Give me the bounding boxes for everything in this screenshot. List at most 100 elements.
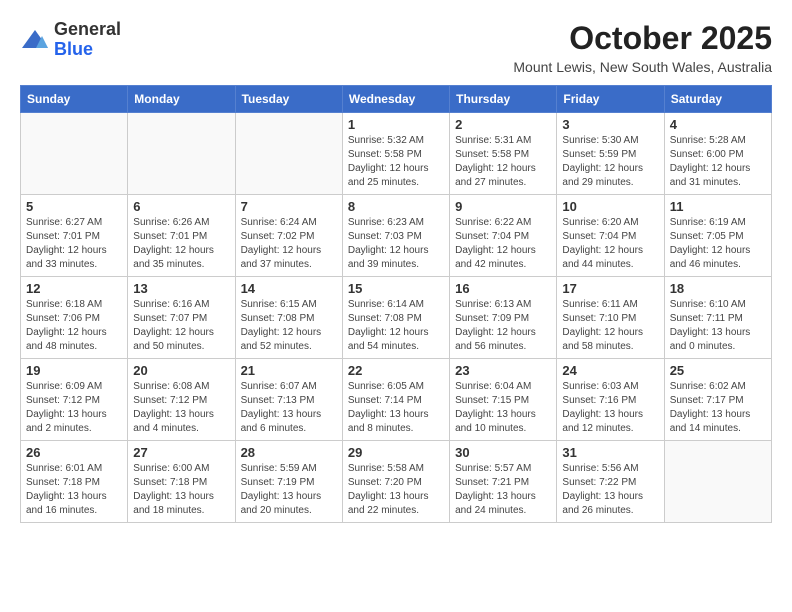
calendar-cell: 30Sunrise: 5:57 AM Sunset: 7:21 PM Dayli… xyxy=(450,441,557,523)
calendar-cell: 11 Sunrise: 6:19 AM Sunset: 7:05 PM Dayli… xyxy=(664,195,771,277)
day-number: 19 xyxy=(26,363,122,378)
calendar-cell: 24 Sunrise: 6:03 AM Sunset: 7:16 PM Dayli… xyxy=(557,359,664,441)
day-info: Sunrise: 6:11 AM Sunset: 7:10 PM Dayligh… xyxy=(562,298,658,354)
page-header: General Blue October 2025 Mount Lewis, N… xyxy=(20,20,772,75)
day-info: Sunrise: 5:31 AM Sunset: 5:58 PM Dayligh… xyxy=(455,134,551,190)
day-number: 31 xyxy=(562,445,658,460)
day-info: Sunrise: 6:18 AM Sunset: 7:06 PM Dayligh… xyxy=(26,298,122,354)
calendar: SundayMondayTuesdayWednesdayThursdayFrid… xyxy=(20,85,772,523)
weekday-header: Tuesday xyxy=(235,86,342,113)
calendar-cell xyxy=(664,441,771,523)
calendar-cell: 23 Sunrise: 6:04 AM Sunset: 7:15 PM Dayli… xyxy=(450,359,557,441)
day-number: 27 xyxy=(133,445,229,460)
location: Mount Lewis, New South Wales, Australia xyxy=(513,59,772,75)
day-number: 24 xyxy=(562,363,658,378)
weekday-header: Monday xyxy=(128,86,235,113)
calendar-cell: 26 Sunrise: 6:01 AM Sunset: 7:18 PM Dayli… xyxy=(21,441,128,523)
calendar-cell: 10Sunrise: 6:20 AM Sunset: 7:04 PM Dayli… xyxy=(557,195,664,277)
calendar-cell: 2 Sunrise: 5:31 AM Sunset: 5:58 PM Daylig… xyxy=(450,113,557,195)
day-number: 14 xyxy=(241,281,337,296)
logo: General Blue xyxy=(20,20,121,60)
calendar-cell: 7 Sunrise: 6:24 AM Sunset: 7:02 PM Daylig… xyxy=(235,195,342,277)
day-info: Sunrise: 6:05 AM Sunset: 7:14 PM Dayligh… xyxy=(348,380,444,436)
calendar-cell: 8Sunrise: 6:23 AM Sunset: 7:03 PM Daylig… xyxy=(342,195,449,277)
day-info: Sunrise: 6:22 AM Sunset: 7:04 PM Dayligh… xyxy=(455,216,551,272)
calendar-cell xyxy=(128,113,235,195)
day-number: 11 xyxy=(670,199,766,214)
calendar-cell: 21Sunrise: 6:07 AM Sunset: 7:13 PM Dayli… xyxy=(235,359,342,441)
day-number: 26 xyxy=(26,445,122,460)
day-info: Sunrise: 6:03 AM Sunset: 7:16 PM Dayligh… xyxy=(562,380,658,436)
calendar-cell: 12 Sunrise: 6:18 AM Sunset: 7:06 PM Dayli… xyxy=(21,277,128,359)
day-info: Sunrise: 5:32 AM Sunset: 5:58 PM Dayligh… xyxy=(348,134,444,190)
day-number: 1 xyxy=(348,117,444,132)
weekday-header: Saturday xyxy=(664,86,771,113)
day-number: 10 xyxy=(562,199,658,214)
calendar-week: 5Sunrise: 6:27 AM Sunset: 7:01 PM Daylig… xyxy=(21,195,772,277)
calendar-cell: 1 Sunrise: 5:32 AM Sunset: 5:58 PM Daylig… xyxy=(342,113,449,195)
calendar-cell: 17 Sunrise: 6:11 AM Sunset: 7:10 PM Dayli… xyxy=(557,277,664,359)
weekday-header: Sunday xyxy=(21,86,128,113)
calendar-cell: 31 Sunrise: 5:56 AM Sunset: 7:22 PM Dayli… xyxy=(557,441,664,523)
logo-text: General Blue xyxy=(54,20,121,60)
logo-general: General xyxy=(54,19,121,39)
day-info: Sunrise: 6:19 AM Sunset: 7:05 PM Dayligh… xyxy=(670,216,766,272)
calendar-cell: 9 Sunrise: 6:22 AM Sunset: 7:04 PM Daylig… xyxy=(450,195,557,277)
day-number: 23 xyxy=(455,363,551,378)
day-number: 13 xyxy=(133,281,229,296)
day-number: 29 xyxy=(348,445,444,460)
calendar-cell: 4Sunrise: 5:28 AM Sunset: 6:00 PM Daylig… xyxy=(664,113,771,195)
calendar-cell: 22 Sunrise: 6:05 AM Sunset: 7:14 PM Dayli… xyxy=(342,359,449,441)
day-info: Sunrise: 5:56 AM Sunset: 7:22 PM Dayligh… xyxy=(562,462,658,518)
calendar-week: 19Sunrise: 6:09 AM Sunset: 7:12 PM Dayli… xyxy=(21,359,772,441)
day-number: 25 xyxy=(670,363,766,378)
day-info: Sunrise: 6:04 AM Sunset: 7:15 PM Dayligh… xyxy=(455,380,551,436)
calendar-cell: 25 Sunrise: 6:02 AM Sunset: 7:17 PM Dayli… xyxy=(664,359,771,441)
weekday-header: Friday xyxy=(557,86,664,113)
day-number: 6 xyxy=(133,199,229,214)
logo-icon xyxy=(20,28,50,52)
day-info: Sunrise: 6:24 AM Sunset: 7:02 PM Dayligh… xyxy=(241,216,337,272)
day-number: 7 xyxy=(241,199,337,214)
day-info: Sunrise: 5:59 AM Sunset: 7:19 PM Dayligh… xyxy=(241,462,337,518)
day-number: 16 xyxy=(455,281,551,296)
title-area: October 2025 Mount Lewis, New South Wale… xyxy=(513,20,772,75)
calendar-header: SundayMondayTuesdayWednesdayThursdayFrid… xyxy=(21,86,772,113)
day-info: Sunrise: 6:16 AM Sunset: 7:07 PM Dayligh… xyxy=(133,298,229,354)
day-number: 9 xyxy=(455,199,551,214)
calendar-body: 1 Sunrise: 5:32 AM Sunset: 5:58 PM Daylig… xyxy=(21,113,772,523)
day-number: 12 xyxy=(26,281,122,296)
day-info: Sunrise: 6:23 AM Sunset: 7:03 PM Dayligh… xyxy=(348,216,444,272)
day-info: Sunrise: 5:28 AM Sunset: 6:00 PM Dayligh… xyxy=(670,134,766,190)
calendar-cell: 3Sunrise: 5:30 AM Sunset: 5:59 PM Daylig… xyxy=(557,113,664,195)
day-number: 17 xyxy=(562,281,658,296)
day-info: Sunrise: 6:07 AM Sunset: 7:13 PM Dayligh… xyxy=(241,380,337,436)
day-info: Sunrise: 6:02 AM Sunset: 7:17 PM Dayligh… xyxy=(670,380,766,436)
day-info: Sunrise: 6:00 AM Sunset: 7:18 PM Dayligh… xyxy=(133,462,229,518)
calendar-cell xyxy=(235,113,342,195)
day-number: 18 xyxy=(670,281,766,296)
calendar-cell: 13 Sunrise: 6:16 AM Sunset: 7:07 PM Dayli… xyxy=(128,277,235,359)
day-info: Sunrise: 6:15 AM Sunset: 7:08 PM Dayligh… xyxy=(241,298,337,354)
logo-blue: Blue xyxy=(54,39,93,59)
day-number: 20 xyxy=(133,363,229,378)
day-number: 22 xyxy=(348,363,444,378)
day-info: Sunrise: 6:14 AM Sunset: 7:08 PM Dayligh… xyxy=(348,298,444,354)
month-year: October 2025 xyxy=(513,20,772,57)
calendar-cell xyxy=(21,113,128,195)
day-number: 3 xyxy=(562,117,658,132)
calendar-week: 26 Sunrise: 6:01 AM Sunset: 7:18 PM Dayli… xyxy=(21,441,772,523)
calendar-cell: 6 Sunrise: 6:26 AM Sunset: 7:01 PM Daylig… xyxy=(128,195,235,277)
day-number: 2 xyxy=(455,117,551,132)
day-info: Sunrise: 6:08 AM Sunset: 7:12 PM Dayligh… xyxy=(133,380,229,436)
day-number: 15 xyxy=(348,281,444,296)
calendar-cell: 5Sunrise: 6:27 AM Sunset: 7:01 PM Daylig… xyxy=(21,195,128,277)
calendar-week: 12 Sunrise: 6:18 AM Sunset: 7:06 PM Dayli… xyxy=(21,277,772,359)
calendar-week: 1 Sunrise: 5:32 AM Sunset: 5:58 PM Daylig… xyxy=(21,113,772,195)
calendar-cell: 19Sunrise: 6:09 AM Sunset: 7:12 PM Dayli… xyxy=(21,359,128,441)
day-info: Sunrise: 6:13 AM Sunset: 7:09 PM Dayligh… xyxy=(455,298,551,354)
day-info: Sunrise: 5:58 AM Sunset: 7:20 PM Dayligh… xyxy=(348,462,444,518)
day-info: Sunrise: 6:01 AM Sunset: 7:18 PM Dayligh… xyxy=(26,462,122,518)
day-info: Sunrise: 6:26 AM Sunset: 7:01 PM Dayligh… xyxy=(133,216,229,272)
day-info: Sunrise: 6:10 AM Sunset: 7:11 PM Dayligh… xyxy=(670,298,766,354)
